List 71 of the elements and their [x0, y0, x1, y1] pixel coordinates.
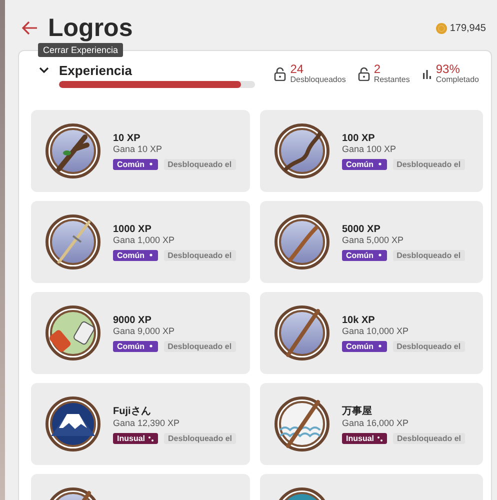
- unlock-status: Desbloqueado el: [392, 158, 465, 170]
- achievement-card[interactable]: 5000 XP Gana 5,000 XP Común Desbloqueado el: [260, 201, 483, 283]
- unlock-status: Desbloqueado el: [393, 433, 466, 444]
- rarity-tag: Común: [113, 158, 158, 170]
- achievement-card[interactable]: Fujiさん Gana 12,390 XP Inusual Desbloqueado el: [31, 383, 250, 465]
- achievement-title: 5000 XP: [342, 224, 382, 234]
- achievement-title: 1000 XP: [113, 224, 152, 234]
- achievement-title: 10k XP: [342, 314, 376, 326]
- achievement-card[interactable]: 9000 XP Gana 9,000 XP Común Desbloqueado el: [31, 292, 250, 374]
- rarity-tag: Inusual: [342, 433, 388, 444]
- unlock-status: Desbloqueado el: [164, 250, 236, 260]
- unlock-status: Desbloqueado el: [164, 340, 236, 352]
- lock-icon: [274, 66, 286, 80]
- rarity-tag: Inusual: [113, 433, 158, 444]
- unlock-status: Desbloqueado el: [392, 250, 465, 260]
- achievement-badge-icon: [45, 396, 101, 452]
- achievement-description: Gana 10,000 XP: [342, 326, 410, 336]
- achievement-card[interactable]: 100 XP Gana 100 XP Común Desbloqueado el: [260, 110, 483, 192]
- page-title: Logros: [48, 14, 133, 42]
- achievement-badge-icon: [274, 123, 330, 179]
- stat-label: Restantes: [374, 75, 410, 84]
- unlock-status: Desbloqueado el: [164, 158, 236, 170]
- achievement-title: 100 XP: [342, 132, 376, 144]
- dot-icon: [148, 161, 154, 167]
- rarity-tag: Común: [113, 250, 158, 260]
- lock-icon: [358, 66, 370, 80]
- coin-icon: [436, 22, 447, 34]
- achievement-card[interactable]: 1000 XP Gana 1,000 XP Común Desbloqueado el: [31, 201, 250, 283]
- achievement-description: Gana 12,390 XP: [113, 418, 181, 428]
- section-title: Experiencia: [59, 63, 133, 78]
- dot-icon: [148, 252, 154, 258]
- achievement-badge-icon: [45, 214, 101, 270]
- rarity-tag: Común: [342, 340, 387, 352]
- achievement-description: Gana 16,000 XP: [342, 418, 410, 428]
- sparkle-icon: [377, 436, 384, 442]
- achievement-description: Gana 9,000 XP: [113, 326, 176, 336]
- achievement-badge-icon: [45, 123, 101, 179]
- achievement-badge-icon: [45, 305, 101, 361]
- achievement-badge-icon: [274, 396, 330, 452]
- unlock-status: Desbloqueado el: [164, 433, 236, 444]
- dot-icon: [376, 252, 383, 258]
- stat-label: Desbloqueados: [290, 75, 346, 84]
- achievement-title: 10 XP: [113, 132, 142, 144]
- dot-icon: [376, 343, 383, 349]
- achievement-badge-icon: [274, 214, 330, 270]
- tooltip: Cerrar Experiencia: [38, 43, 124, 57]
- achievement-title: 9000 XP: [113, 314, 152, 326]
- achievement-card[interactable]: 万事屋 Gana 16,000 XP Inusual Desbloqueado el: [260, 383, 483, 465]
- achievement-description: Gana 100 XP: [342, 144, 398, 154]
- achievement-card[interactable]: 10 XP Gana 10 XP Común Desbloqueado el: [31, 110, 250, 192]
- stat-value: 24: [290, 63, 305, 75]
- achievement-title: 万事屋: [342, 404, 373, 418]
- bar-chart-icon: [422, 68, 432, 78]
- unlock-status: Desbloqueado el: [392, 340, 465, 352]
- achievement-card[interactable]: 10k XP Gana 10,000 XP Común Desbloqueado el: [260, 292, 483, 374]
- achievement-description: Gana 1,000 XP: [113, 234, 176, 244]
- dot-icon: [376, 161, 383, 167]
- coin-balance: 179,945: [450, 22, 486, 34]
- stat-label: Completado: [436, 75, 479, 84]
- achievement-description: Gana 10 XP: [113, 144, 164, 154]
- stat-value: 93%: [436, 63, 461, 75]
- stat-value: 2: [374, 63, 382, 75]
- achievement-title: Fujiさん: [113, 405, 152, 418]
- rarity-tag: Común: [113, 340, 158, 352]
- achievement-description: Gana 5,000 XP: [342, 234, 405, 244]
- achievement-badge-icon: [274, 305, 330, 361]
- rarity-tag: Común: [342, 250, 387, 260]
- dot-icon: [148, 343, 154, 349]
- back-button[interactable]: [22, 21, 38, 35]
- sparkle-icon: [148, 436, 154, 442]
- rarity-tag: Común: [342, 158, 387, 170]
